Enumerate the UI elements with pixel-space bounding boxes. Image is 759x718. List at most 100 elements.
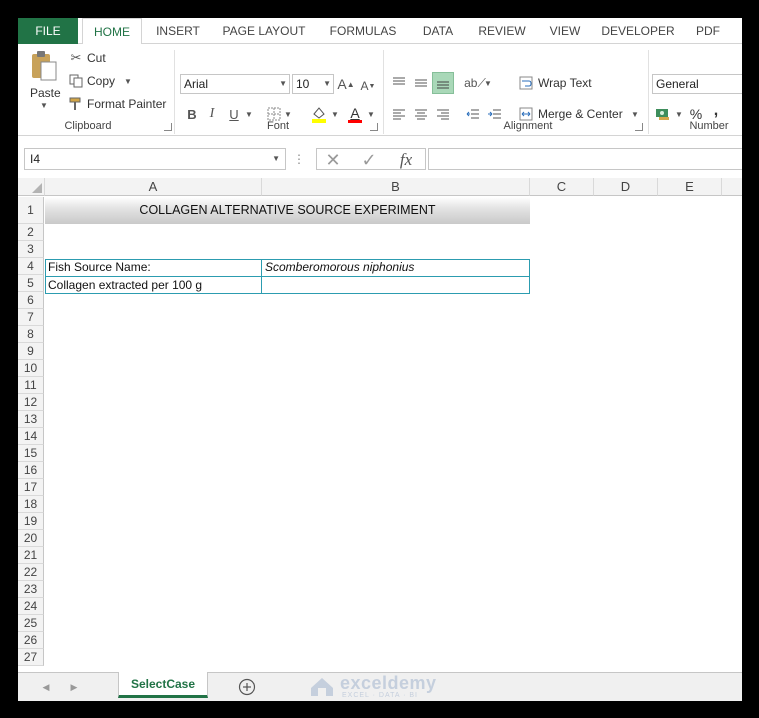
row-header-24[interactable]: 24 (18, 598, 44, 615)
font-color-button[interactable]: A (346, 104, 364, 124)
cell-a4[interactable]: Fish Source Name: (45, 259, 261, 276)
orientation-dropdown-icon[interactable]: ▼ (483, 77, 493, 89)
clipboard-group-label: Clipboard (64, 120, 112, 132)
wrap-text-button[interactable]: Wrap Text (538, 76, 592, 90)
fill-color-dropdown-icon[interactable]: ▼ (330, 107, 340, 121)
row-header-10[interactable]: 10 (18, 360, 44, 377)
row-header-25[interactable]: 25 (18, 615, 44, 632)
row-header-14[interactable]: 14 (18, 428, 44, 445)
bold-button[interactable]: B (184, 106, 200, 122)
paste-dropdown-icon[interactable]: ▼ (40, 101, 48, 110)
row-header-19[interactable]: 19 (18, 513, 44, 530)
row-header-22[interactable]: 22 (18, 564, 44, 581)
sheet-tab-selectcase[interactable]: SelectCase (118, 672, 208, 698)
align-bottom-icon[interactable] (432, 72, 454, 94)
row-header-9[interactable]: 9 (18, 343, 44, 360)
row-header-16[interactable]: 16 (18, 462, 44, 479)
row-header-17[interactable]: 17 (18, 479, 44, 496)
column-header-a[interactable]: A (45, 178, 262, 196)
merge-dropdown-icon[interactable]: ▼ (631, 110, 639, 119)
row-header-18[interactable]: 18 (18, 496, 44, 513)
font-color-swatch (348, 119, 362, 123)
cut-button[interactable]: Cut (87, 51, 106, 65)
exceldemy-logo-icon (308, 673, 336, 699)
tab-page-layout[interactable]: PAGE LAYOUT (214, 18, 314, 44)
tab-home[interactable]: HOME (82, 18, 142, 45)
row-header-26[interactable]: 26 (18, 632, 44, 649)
select-all-corner[interactable] (18, 178, 45, 196)
tab-review[interactable]: REVIEW (473, 18, 531, 44)
formula-input[interactable] (428, 148, 742, 170)
insert-function-button[interactable]: fx (393, 150, 419, 170)
row-header-7[interactable]: 7 (18, 309, 44, 326)
row-header-20[interactable]: 20 (18, 530, 44, 547)
row-header-2[interactable]: 2 (18, 224, 44, 241)
more-options-icon[interactable]: ⋮ (293, 151, 305, 167)
row-header-3[interactable]: 3 (18, 241, 44, 258)
font-launcher-icon[interactable] (370, 123, 378, 131)
tab-developer[interactable]: DEVELOPER (598, 18, 678, 44)
enter-check-icon[interactable]: ✓ (359, 150, 379, 170)
number-format-select[interactable]: General (652, 74, 742, 94)
tab-pdf[interactable]: PDF (688, 18, 728, 44)
alignment-group-label: Alignment (503, 120, 553, 132)
row-header-1[interactable]: 1 (18, 197, 44, 224)
font-color-dropdown-icon[interactable]: ▼ (366, 107, 376, 121)
copy-button[interactable]: Copy (87, 74, 115, 88)
column-header-b[interactable]: B (262, 178, 530, 196)
comma-style-button[interactable]: , (708, 102, 724, 120)
cancel-icon[interactable]: ✕ (323, 150, 343, 170)
row-header-23[interactable]: 23 (18, 581, 44, 598)
column-header-e[interactable]: E (658, 178, 722, 196)
wrap-text-icon (518, 75, 534, 91)
clipboard-launcher-icon[interactable] (164, 123, 172, 131)
align-middle-icon[interactable] (412, 74, 430, 92)
new-sheet-button[interactable] (238, 678, 256, 696)
scroll-left-icon[interactable]: ◀ (40, 681, 52, 693)
font-family-select[interactable]: Arial ▼ (180, 74, 290, 94)
shrink-font-button[interactable]: A ▼ (360, 78, 376, 94)
tab-file[interactable]: FILE (18, 18, 78, 44)
merge-center-button[interactable]: Merge & Center (538, 107, 623, 121)
align-left-icon[interactable] (390, 106, 408, 122)
tab-data[interactable]: DATA (413, 18, 463, 44)
row-header-6[interactable]: 6 (18, 292, 44, 309)
format-painter-button[interactable]: Format Painter (87, 97, 166, 111)
row-header-12[interactable]: 12 (18, 394, 44, 411)
row-header-8[interactable]: 8 (18, 326, 44, 343)
orientation-icon[interactable]: ab⟋ (464, 74, 486, 92)
cell-a5[interactable]: Collagen extracted per 100 g (45, 277, 261, 294)
copy-dropdown-icon[interactable]: ▼ (124, 77, 132, 86)
row-header-4[interactable]: 4 (18, 258, 44, 275)
grow-font-button[interactable]: A ▲ (337, 76, 354, 92)
row-header-11[interactable]: 11 (18, 377, 44, 394)
underline-dropdown-icon[interactable]: ▼ (244, 107, 254, 121)
borders-dropdown-icon[interactable]: ▼ (283, 107, 293, 121)
align-right-icon[interactable] (434, 106, 452, 122)
alignment-launcher-icon[interactable] (635, 123, 643, 131)
cell-b4[interactable]: Scomberomorous niphonius (262, 259, 530, 276)
tab-formulas[interactable]: FORMULAS (323, 18, 403, 44)
align-top-icon[interactable] (390, 74, 408, 92)
tab-insert[interactable]: INSERT (148, 18, 208, 44)
column-header-f[interactable] (722, 178, 742, 196)
scroll-right-icon[interactable]: ▶ (68, 681, 80, 693)
row-header-27[interactable]: 27 (18, 649, 44, 666)
group-divider (174, 50, 175, 134)
align-center-icon[interactable] (412, 106, 430, 122)
column-header-c[interactable]: C (530, 178, 594, 196)
tab-view[interactable]: VIEW (541, 18, 589, 44)
italic-button[interactable]: I (204, 106, 220, 122)
fx-icon: fx (399, 150, 413, 169)
font-size-select[interactable]: 10 ▼ (292, 74, 334, 94)
column-header-d[interactable]: D (594, 178, 658, 196)
row-header-21[interactable]: 21 (18, 547, 44, 564)
row-header-5[interactable]: 5 (18, 275, 44, 292)
name-box[interactable]: I4 ▼ (24, 148, 286, 170)
row-header-13[interactable]: 13 (18, 411, 44, 428)
accounting-dropdown-icon[interactable]: ▼ (674, 107, 684, 121)
accounting-format-icon[interactable] (654, 106, 672, 122)
paste-icon[interactable] (28, 50, 60, 82)
row-header-15[interactable]: 15 (18, 445, 44, 462)
paste-button[interactable]: Paste (30, 86, 61, 100)
